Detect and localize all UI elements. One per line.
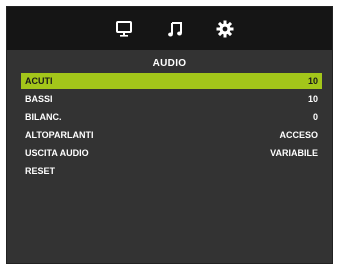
- menu-title: AUDIO: [152, 58, 187, 69]
- menu-tab-bar: [7, 7, 332, 50]
- menu-item-value: VARIABILE: [270, 148, 318, 158]
- menu-list: ACUTI 10 BASSI 10 BILANC. 0 ALTOPARLANTI…: [21, 73, 322, 181]
- menu-item-label: USCITA AUDIO: [25, 148, 89, 158]
- menu-item-reset[interactable]: RESET: [21, 163, 322, 179]
- monitor-icon[interactable]: [114, 19, 134, 39]
- menu-item-label: ACUTI: [25, 76, 53, 86]
- menu-item-value: 0: [312, 112, 318, 122]
- menu-item-value: 10: [307, 76, 318, 86]
- menu-item-bassi[interactable]: BASSI 10: [21, 91, 322, 107]
- menu-item-acuti[interactable]: ACUTI 10: [21, 73, 322, 89]
- gear-icon[interactable]: [215, 19, 235, 39]
- menu-item-value: ACCESO: [279, 130, 318, 140]
- menu-item-altoparlanti[interactable]: ALTOPARLANTI ACCESO: [21, 127, 322, 143]
- menu-item-uscita-audio[interactable]: USCITA AUDIO VARIABILE: [21, 145, 322, 161]
- menu-item-bilanc[interactable]: BILANC. 0: [21, 109, 322, 125]
- menu-item-label: BASSI: [25, 94, 53, 104]
- osd-menu-panel: AUDIO ACUTI 10 BASSI 10 BILANC. 0 ALTOPA…: [6, 6, 333, 264]
- menu-item-label: RESET: [25, 166, 56, 176]
- menu-item-label: BILANC.: [25, 112, 62, 122]
- menu-item-value: 10: [307, 94, 318, 104]
- music-note-icon[interactable]: [166, 19, 186, 39]
- menu-item-label: ALTOPARLANTI: [25, 130, 94, 140]
